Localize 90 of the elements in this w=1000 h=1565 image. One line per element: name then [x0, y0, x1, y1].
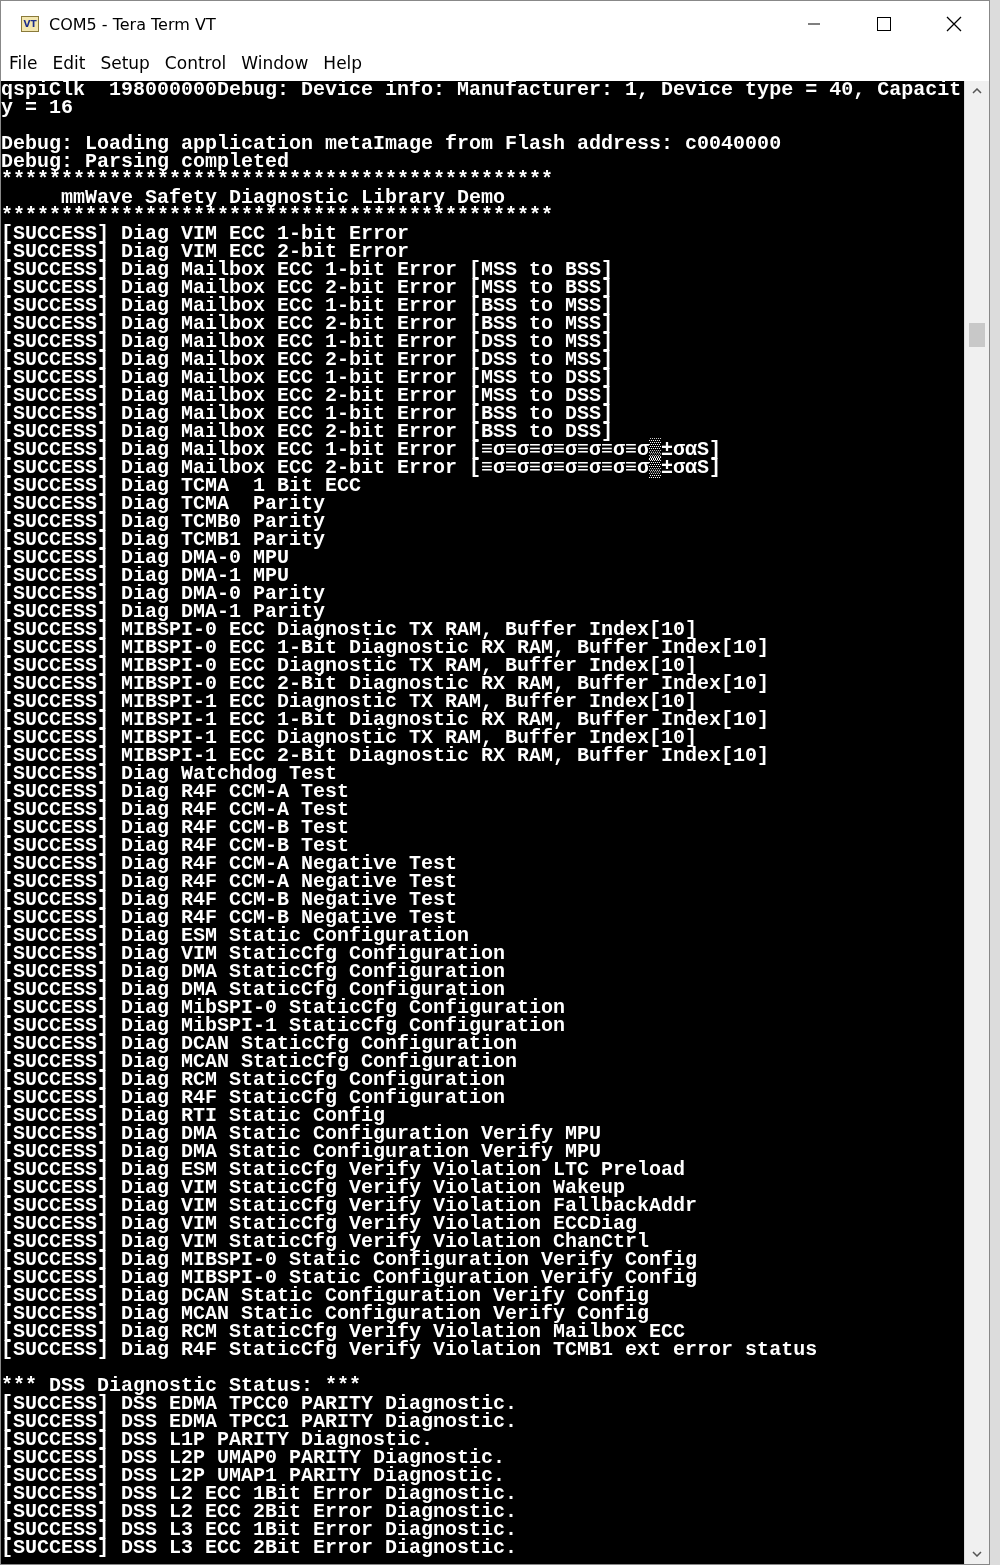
menu-item[interactable]: File — [3, 53, 44, 73]
terminal-line: [SUCCESS] Diag R4F CCM-B Negative Test — [1, 909, 458, 927]
terminal-line: [SUCCESS] DSS EDMA TPCC1 PARITY Diagnostic. — [1, 1413, 519, 1431]
terminal-line: [SUCCESS] Diag TCMB0 Parity — [1, 513, 327, 531]
terminal-line: [SUCCESS] Diag Mailbox ECC 1-bit Error [BSS to DSS] — [1, 405, 615, 423]
menu-item[interactable]: Help — [317, 53, 369, 73]
terminal-line: [SUCCESS] MIBSPI-1 ECC Diagnostic TX RAM, Buffer Index[10] — [1, 729, 698, 747]
terminal-line: [SUCCESS] Diag Mailbox ECC 2-bit Error [BSS to MSS] — [1, 315, 615, 333]
terminal-line: [SUCCESS] Diag R4F CCM-A Negative Test — [1, 873, 459, 891]
terminal-line: ********************************************** — [1, 171, 555, 189]
terminal-line: [SUCCESS] Diag VIM StaticCfg Verify Violation ECCDiag — [1, 1215, 638, 1233]
terminal-line: [SUCCESS] Diag TCMA 1 Bit ECC — [1, 477, 363, 495]
terminal-line: [SUCCESS] Diag DMA Static Configuration Verify MPU — [1, 1143, 602, 1161]
terminal-line: [SUCCESS] Diag MIBSPI-0 Static Configuration Verify Config — [1, 1251, 699, 1269]
terminal-line: Debug: Loading application metaImage from Flash address: c0040000 — [1, 135, 783, 153]
terminal-line: [SUCCESS] Diag Mailbox ECC 1-bit Error [BSS to MSS] — [1, 297, 615, 315]
terminal-line: [SUCCESS] Diag MibSPI-1 StaticCfg Configuration — [1, 1017, 567, 1035]
terminal-line: [SUCCESS] Diag R4F CCM-A Negative Test — [1, 855, 459, 873]
terminal-line: [SUCCESS] Diag TCMB1 Parity — [1, 531, 327, 549]
terminal-line: [SUCCESS] Diag DMA-0 MPU — [1, 549, 290, 567]
maximize-icon — [877, 17, 891, 31]
terminal-line: [SUCCESS] MIBSPI-1 ECC Diagnostic TX RAM, Buffer Index[10] — [1, 693, 698, 711]
terminal-line: [SUCCESS] Diag VIM StaticCfg Verify Violation FallbackAddr — [1, 1197, 699, 1215]
terminal-line: [SUCCESS] Diag VIM ECC 2-bit Error — [1, 243, 410, 261]
terminal-line: [SUCCESS] Diag R4F CCM-B Negative Test — [1, 891, 459, 909]
terminal-line: [SUCCESS] Diag RTI Static Config — [1, 1107, 386, 1125]
terminal-line: ********************************************** — [1, 207, 555, 225]
terminal-line: [SUCCESS] Diag R4F StaticCfg Configuration — [1, 1089, 507, 1107]
terminal-line: [SUCCESS] Diag Mailbox ECC 2-bit Error [DSS to MSS] — [1, 351, 615, 369]
terminal-line: [SUCCESS] Diag Mailbox ECC 2-bit Error [MSS to BSS] — [1, 279, 615, 297]
scrollbar[interactable] — [964, 81, 989, 1564]
menu-item[interactable]: Edit — [46, 53, 92, 73]
terminal-line: [SUCCESS] Diag DMA-1 MPU — [1, 567, 290, 585]
terminal-line: mmWave Safety Diagnostic Library Demo — [61, 189, 506, 207]
terminal-line: [SUCCESS] Diag ESM StaticCfg Verify Violation LTC Preload — [1, 1161, 687, 1179]
terminal-line: [SUCCESS] Diag RCM StaticCfg Verify Violation Mailbox ECC — [1, 1323, 687, 1341]
terminal-line: [SUCCESS] Diag R4F CCM-A Test — [1, 783, 351, 801]
terminal-line: [SUCCESS] Diag MCAN StaticCfg Configuration — [1, 1053, 519, 1071]
terminal-line: [SUCCESS] Diag VIM StaticCfg Verify Violation Wakeup — [1, 1179, 626, 1197]
terminal-line: [SUCCESS] Diag ESM Static Configuration — [1, 927, 470, 945]
terminal-line: [SUCCESS] Diag Mailbox ECC 2-bit Error [MSS to DSS] — [1, 387, 615, 405]
terminal-line: [SUCCESS] Diag VIM StaticCfg Configuration — [1, 945, 507, 963]
terminal-line: [SUCCESS] Diag DMA Static Configuration Verify MPU — [1, 1125, 603, 1143]
terminal-line: [SUCCESS] Diag Mailbox ECC 1-bit Error [MSS to BSS] — [1, 261, 615, 279]
terminal-line: [SUCCESS] Diag RCM StaticCfg Configuration — [1, 1071, 506, 1089]
terminal-line: [SUCCESS] Diag Mailbox ECC 1-bit Error [DSS to MSS] — [1, 333, 615, 351]
terminal-line: [SUCCESS] Diag MIBSPI-0 Static Configuration Verify Config — [1, 1269, 699, 1287]
menu-item[interactable]: Control — [158, 53, 233, 73]
terminal-line: [SUCCESS] MIBSPI-1 ECC 2-Bit Diagnostic RX RAM, Buffer Index[10] — [1, 747, 771, 765]
terminal-line: [SUCCESS] DSS L2 ECC 1Bit Error Diagnostic. — [1, 1485, 519, 1503]
terminal-line: [SUCCESS] MIBSPI-0 ECC 1-Bit Diagnostic RX RAM, Buffer Index[10] — [1, 639, 771, 657]
terminal-line: [SUCCESS] Diag MCAN Static Configuration Verify Config — [1, 1305, 650, 1323]
terminal-line: [SUCCESS] DSS L3 ECC 2Bit Error Diagnostic. — [1, 1539, 519, 1557]
close-icon — [946, 16, 962, 32]
terminal-line: [SUCCESS] Diag R4F StaticCfg Verify Violation TCMB1 ext error status — [1, 1341, 819, 1359]
terminal-line: [SUCCESS] Diag DMA-1 Parity — [1, 603, 326, 621]
terminal-line: [SUCCESS] DSS EDMA TPCC0 PARITY Diagnostic. — [1, 1395, 519, 1413]
terminal-line: Debug: Parsing completed — [1, 153, 290, 171]
menu-item[interactable]: Setup — [94, 53, 156, 73]
terminal-line: [SUCCESS] DSS L2P UMAP0 PARITY Diagnostic. — [1, 1449, 507, 1467]
terminal-line: [SUCCESS] Diag DCAN StaticCfg Configuration — [1, 1035, 518, 1053]
terminal-line: [SUCCESS] MIBSPI-1 ECC 1-Bit Diagnostic RX RAM, Buffer Index[10] — [1, 711, 771, 729]
terminal-line: qspiClk 198000000Debug: Device info: Manufacturer: 1, Device type = 40, Capacit — [1, 81, 963, 99]
scrollbar-thumb[interactable] — [969, 323, 985, 347]
terminal-line: [SUCCESS] Diag TCMA Parity — [1, 495, 327, 513]
minimize-icon — [808, 23, 820, 25]
terminal-line: [SUCCESS] DSS L2P UMAP1 PARITY Diagnostic. — [1, 1467, 506, 1485]
terminal-line: [SUCCESS] DSS L3 ECC 1Bit Error Diagnostic. — [1, 1521, 519, 1539]
terminal-line: [SUCCESS] Diag Mailbox ECC 1-bit Error [MSS to DSS] — [1, 369, 615, 387]
terminal-line: [SUCCESS] MIBSPI-0 ECC Diagnostic TX RAM, Buffer Index[10] — [1, 657, 698, 675]
terminal-line: [SUCCESS] Diag R4F CCM-A Test — [1, 801, 351, 819]
terminal-line: [SUCCESS] MIBSPI-0 ECC 2-Bit Diagnostic RX RAM, Buffer Index[10] — [1, 675, 771, 693]
terminal-line: [SUCCESS] Diag DMA StaticCfg Configuration — [1, 981, 506, 999]
terminal-line: [SUCCESS] Diag VIM ECC 1-bit Error — [1, 225, 411, 243]
window-title: COM5 - Tera Term VT — [49, 14, 217, 34]
terminal-line: [SUCCESS] Diag R4F CCM-B Test — [1, 819, 351, 837]
terminal-line: [SUCCESS] Diag DMA StaticCfg Configuration — [1, 963, 507, 981]
terminal-line: y = 16 — [1, 99, 73, 117]
terminal-line: [SUCCESS] MIBSPI-0 ECC Diagnostic TX RAM, Buffer Index[10] — [1, 621, 698, 639]
terminal-line: [SUCCESS] Diag Watchdog Test — [1, 765, 338, 783]
app-icon: VT — [21, 16, 39, 32]
terminal-line: [SUCCESS] Diag R4F CCM-B Test — [1, 837, 350, 855]
terminal-line: [SUCCESS] Diag DCAN Static Configuration Verify Config — [1, 1287, 650, 1305]
terminal-line: [SUCCESS] Diag VIM StaticCfg Verify Violation ChanCtrl — [1, 1233, 650, 1251]
terminal-line: *** DSS Diagnostic Status: *** — [1, 1377, 362, 1395]
terminal-line: [SUCCESS] DSS L1P PARITY Diagnostic. — [1, 1431, 434, 1449]
terminal-line: [SUCCESS] DSS L2 ECC 2Bit Error Diagnostic. — [1, 1503, 519, 1521]
terminal-line: [SUCCESS] Diag DMA-0 Parity — [1, 585, 327, 603]
terminal-line: [SUCCESS] Diag MibSPI-0 StaticCfg Configuration — [1, 999, 567, 1017]
menu-item[interactable]: Window — [235, 53, 315, 73]
